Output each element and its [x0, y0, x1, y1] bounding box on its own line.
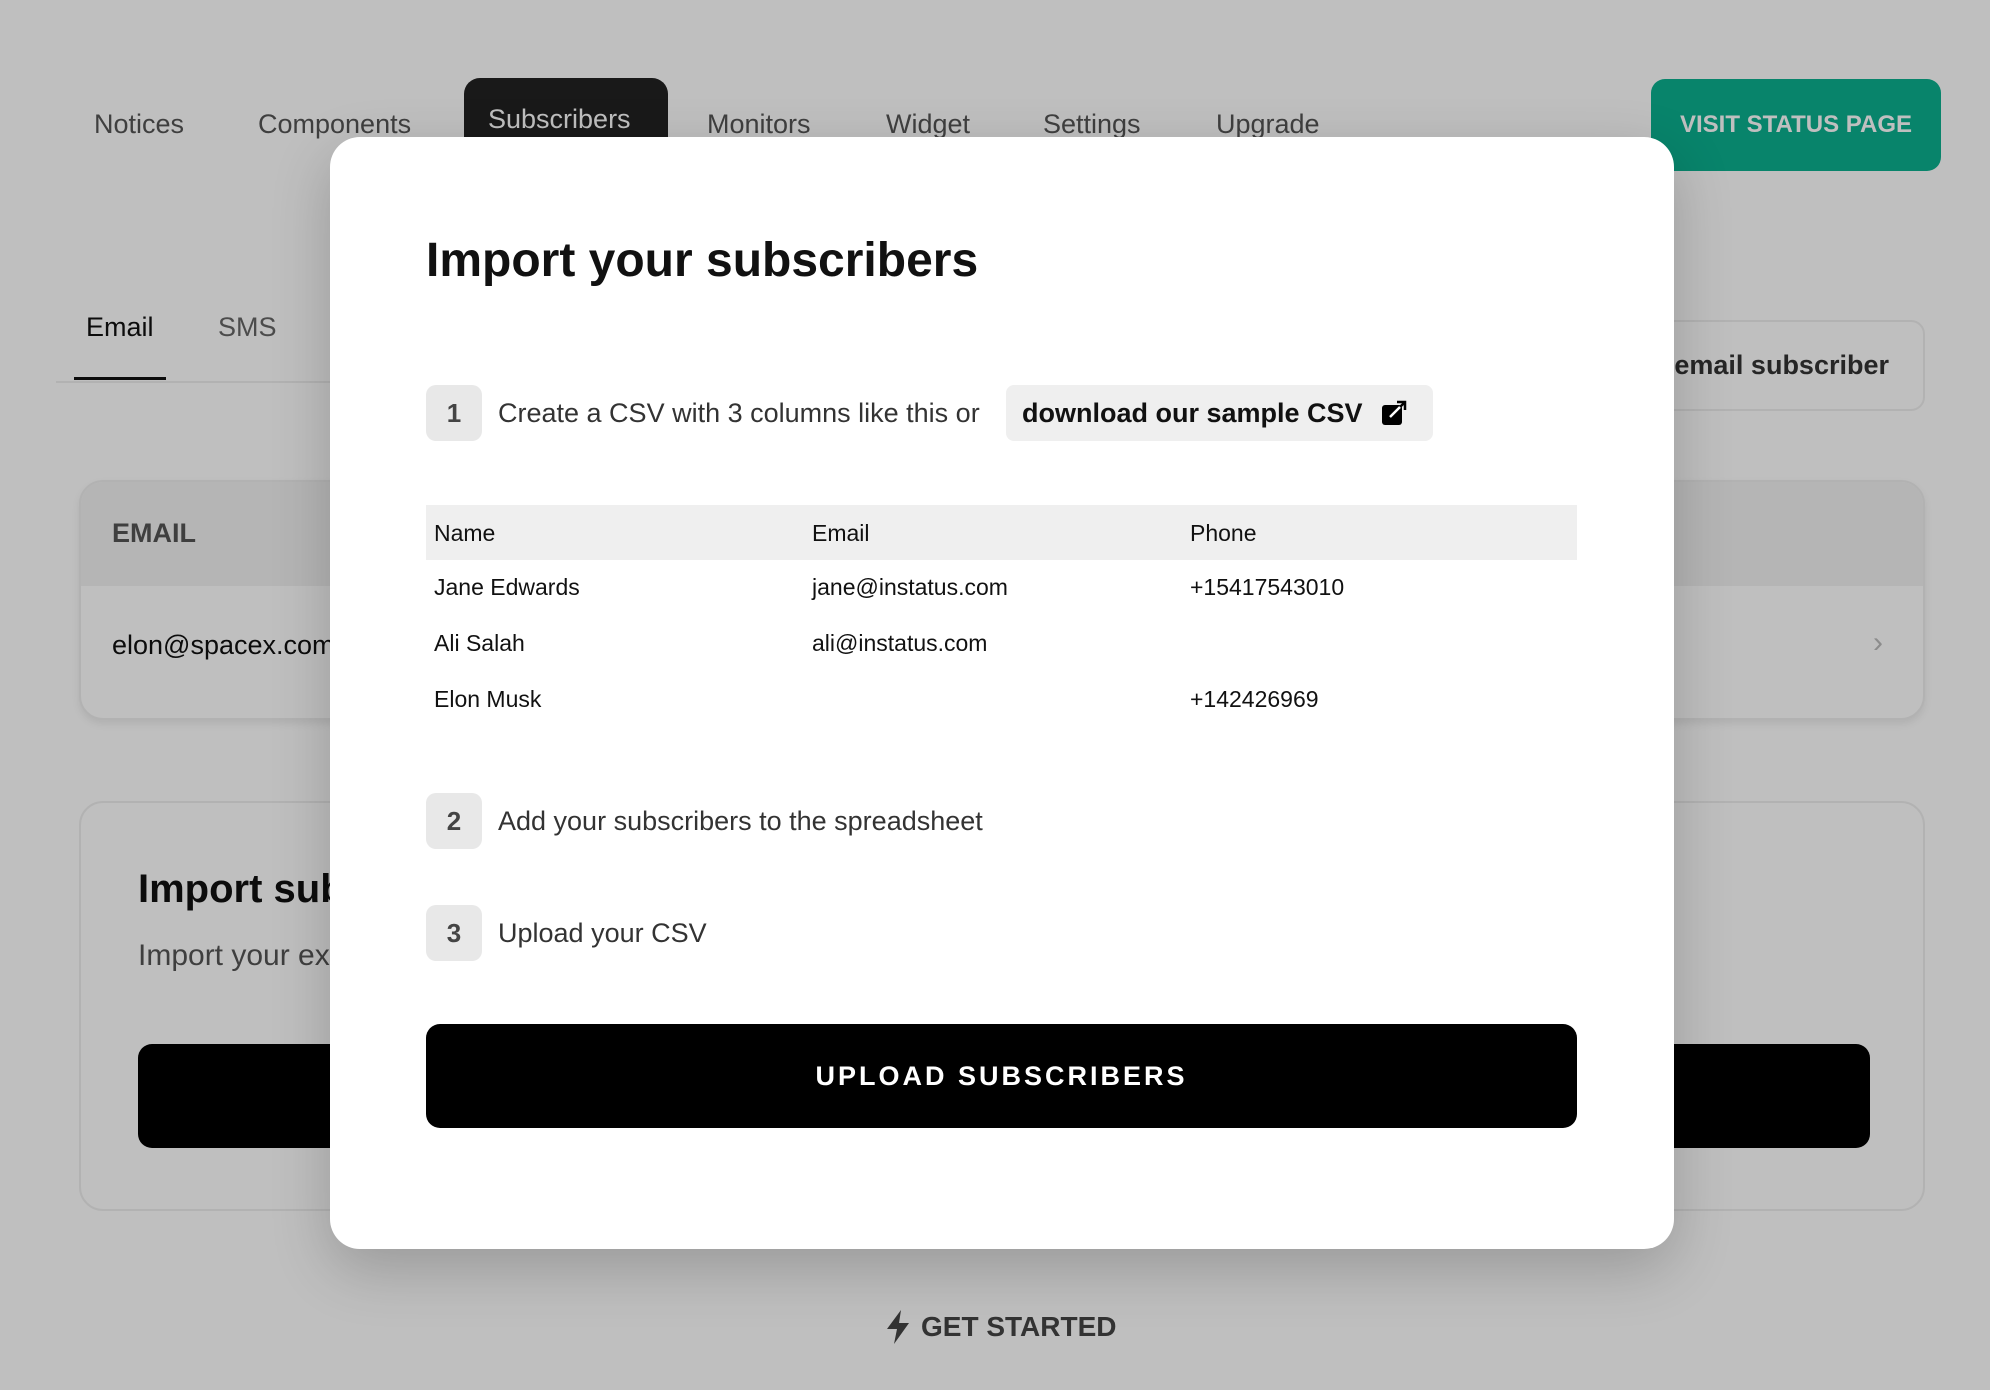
step-number-2: 2: [426, 793, 482, 849]
import-modal: Import your subscribers 1 Create a CSV w…: [330, 137, 1674, 1249]
step-number-3: 3: [426, 905, 482, 961]
modal-title: Import your subscribers: [426, 234, 979, 287]
download-sample-csv-label: download our sample CSV: [1022, 397, 1363, 428]
cell-name: Ali Salah: [434, 630, 525, 656]
table-row: Ali Salah ali@instatus.com: [426, 616, 1577, 672]
cell-email: jane@instatus.com: [812, 574, 1008, 600]
header-phone: Phone: [1190, 520, 1257, 546]
step-text-2: Add your subscribers to the spreadsheet: [498, 806, 983, 836]
table-row: Jane Edwards jane@instatus.com +15417543…: [426, 560, 1577, 616]
table-header: Name Email Phone: [426, 505, 1577, 560]
header-name: Name: [434, 520, 496, 546]
download-sample-csv-button[interactable]: download our sample CSV: [1006, 385, 1433, 441]
external-link-icon: [1381, 400, 1406, 425]
table-row: Elon Musk +142426969: [426, 672, 1577, 728]
step-text-1: Create a CSV with 3 columns like this or: [498, 398, 980, 428]
cell-name: Elon Musk: [434, 686, 542, 712]
cell-name: Jane Edwards: [434, 574, 580, 600]
step-text-3: Upload your CSV: [498, 918, 707, 948]
header-email: Email: [812, 520, 870, 546]
cell-email: ali@instatus.com: [812, 630, 988, 656]
step-number-1: 1: [426, 385, 482, 441]
cell-phone: +142426969: [1190, 686, 1319, 712]
upload-subscribers-button[interactable]: UPLOAD SUBSCRIBERS: [426, 1024, 1577, 1128]
sample-table: Name Email Phone Jane Edwards jane@insta…: [426, 505, 1577, 728]
cell-phone: +15417543010: [1190, 574, 1345, 600]
